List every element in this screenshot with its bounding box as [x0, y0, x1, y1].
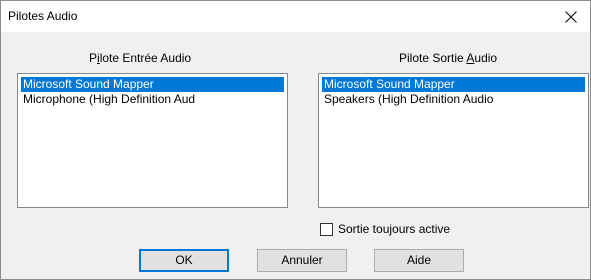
ok-button[interactable]: OK [139, 249, 229, 272]
always-active-label[interactable]: Sortie toujours active [338, 222, 450, 237]
close-icon [565, 11, 577, 23]
close-button[interactable] [552, 1, 590, 32]
list-item[interactable]: Microsoft Sound Mapper [21, 77, 284, 92]
title-bar: Pilotes Audio [1, 1, 590, 32]
list-item[interactable]: Microsoft Sound Mapper [322, 77, 585, 92]
window-title: Pilotes Audio [8, 9, 78, 23]
input-driver-label: Pilote Entrée Audio [89, 51, 192, 65]
audio-drivers-dialog: Pilotes Audio Pilote Entrée Audio Pilote… [0, 0, 591, 280]
list-item[interactable]: Speakers (High Definition Audio [322, 92, 585, 107]
input-driver-list[interactable]: Microsoft Sound Mapper Microphone (High … [17, 73, 288, 208]
output-driver-list[interactable]: Microsoft Sound Mapper Speakers (High De… [318, 73, 589, 208]
always-active-checkbox[interactable] [320, 223, 333, 236]
cancel-button[interactable]: Annuler [257, 249, 347, 272]
list-item[interactable]: Microphone (High Definition Aud [21, 92, 284, 107]
help-button[interactable]: Aide [374, 249, 464, 272]
output-driver-label: Pilote Sortie Audio [399, 51, 498, 65]
